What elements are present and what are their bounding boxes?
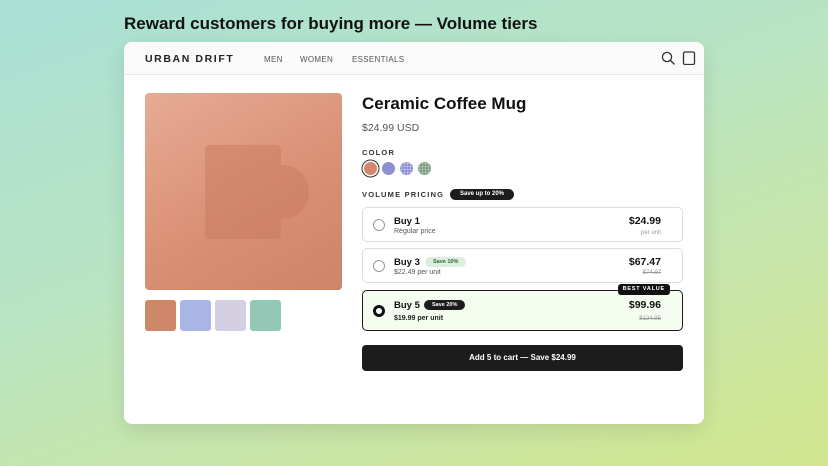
save-up-to-badge: Save up to 20% xyxy=(450,189,515,200)
thumbnail-3[interactable] xyxy=(215,300,246,331)
product-title: Ceramic Coffee Mug xyxy=(362,94,527,113)
thumbnail-2[interactable] xyxy=(180,300,211,331)
nav-link-essentials[interactable]: ESSENTIALS xyxy=(352,55,404,64)
product-image xyxy=(145,93,342,290)
tier-5-old-price: $124.95 xyxy=(639,316,661,322)
brand-logo[interactable]: URBAN DRIFT xyxy=(145,53,234,65)
volume-pricing-label: VOLUME PRICING xyxy=(362,190,445,199)
color-swatch-periwinkle[interactable] xyxy=(382,162,395,175)
tier-3-subtitle: $22.49 per unit xyxy=(394,269,441,276)
thumbnail-1[interactable] xyxy=(145,300,176,331)
tier-3-old-price: $74.97 xyxy=(642,270,661,276)
nav-link-men[interactable]: MEN xyxy=(264,55,283,64)
mug-body-shape xyxy=(205,145,281,239)
tier-5-radio[interactable] xyxy=(373,305,385,317)
thumbnail-4[interactable] xyxy=(250,300,281,331)
mug-handle-shape xyxy=(281,165,309,219)
tier-1-radio[interactable] xyxy=(373,219,385,231)
page-headline: Reward customers for buying more — Volum… xyxy=(124,14,538,33)
tier-1-subtitle: Regular price xyxy=(394,228,436,235)
tier-5-subtitle: $19.99 per unit xyxy=(394,315,444,322)
tier-1-name: Buy 1 xyxy=(394,216,420,227)
tier-3-save-badge: Save 10% xyxy=(425,257,467,267)
tier-1-unit-note: per unit xyxy=(640,230,661,236)
add-to-cart-button[interactable]: Add 5 to cart — Save $24.99 xyxy=(362,345,683,371)
tier-option-buy-1[interactable]: Buy 1 Regular price $24.99 per unit xyxy=(362,207,683,242)
color-label: COLOR xyxy=(362,148,396,157)
tier-3-radio[interactable] xyxy=(373,260,385,272)
best-value-badge: BEST VALUE xyxy=(617,284,670,295)
nav-link-women[interactable]: WOMEN xyxy=(300,55,333,64)
store-window: URBAN DRIFT MEN WOMEN ESSENTIALS Ceramic… xyxy=(124,42,704,424)
tier-3-price: $67.47 xyxy=(628,256,661,268)
tier-option-buy-3[interactable]: Buy 3 Save 10% $22.49 per unit $67.47 $7… xyxy=(362,248,683,283)
tier-5-price: $99.96 xyxy=(628,299,661,311)
color-swatch-terracotta[interactable] xyxy=(364,162,377,175)
bag-icon[interactable] xyxy=(682,51,696,65)
tier-5-save-badge: Save 20% xyxy=(424,300,466,310)
tier-5-name: Buy 5 xyxy=(394,300,420,311)
tier-3-name: Buy 3 xyxy=(394,257,420,268)
tier-1-price: $24.99 xyxy=(628,215,661,227)
top-nav: URBAN DRIFT MEN WOMEN ESSENTIALS xyxy=(124,42,704,75)
color-swatch-sage[interactable] xyxy=(418,162,431,175)
tier-option-buy-5[interactable]: BEST VALUE Buy 5 Save 20% $19.99 per uni… xyxy=(362,284,683,331)
search-icon[interactable] xyxy=(661,51,675,65)
product-price: $24.99 USD xyxy=(362,122,420,134)
color-swatch-lavender[interactable] xyxy=(400,162,413,175)
